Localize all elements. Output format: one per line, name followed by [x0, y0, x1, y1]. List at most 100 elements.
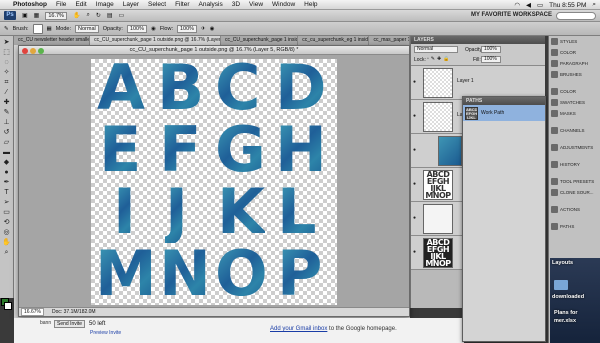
menu-3d[interactable]: 3D: [232, 1, 240, 8]
zoom-window-button[interactable]: [38, 47, 44, 54]
quick-select-tool-icon[interactable]: ✧: [2, 69, 12, 77]
minimize-window-button[interactable]: [30, 47, 36, 54]
bridge-icon[interactable]: ▣: [22, 12, 28, 19]
layers-panel-header[interactable]: LAYERS: [411, 36, 545, 44]
dock-history[interactable]: HISTORY: [549, 159, 600, 170]
eyedropper-tool-icon[interactable]: ⁄: [2, 89, 12, 97]
doc-tab[interactable]: cc_mas_paper 14: [369, 36, 410, 45]
background-color-swatch[interactable]: [4, 302, 12, 310]
3d-camera-tool-icon[interactable]: ◎: [2, 229, 12, 237]
3d-rotate-tool-icon[interactable]: ⟲: [2, 219, 12, 227]
volume-icon[interactable]: ◀: [526, 1, 531, 9]
brush-panel-icon[interactable]: ▦: [47, 26, 52, 32]
crop-tool-icon[interactable]: ⌗: [2, 79, 12, 87]
dock-brushes[interactable]: BRUSHES: [549, 69, 600, 80]
zoom-level-dropdown[interactable]: 16.7%: [45, 11, 67, 20]
dock-paths[interactable]: PATHS: [549, 221, 600, 232]
layer-row[interactable]: ● Layer 1: [411, 66, 545, 100]
brush-preset-picker[interactable]: [32, 23, 43, 34]
fill-field[interactable]: 100%: [481, 56, 501, 63]
lasso-tool-icon[interactable]: ◌: [2, 59, 12, 67]
arrange-documents-icon[interactable]: ▤: [107, 12, 113, 19]
blend-mode-select[interactable]: Normal: [414, 46, 458, 53]
menu-help[interactable]: Help: [304, 1, 317, 8]
blur-tool-icon[interactable]: ◆: [2, 159, 12, 167]
dodge-tool-icon[interactable]: ●: [2, 169, 12, 177]
dock-swatches[interactable]: SWATCHES: [549, 97, 600, 108]
desktop-folder-label[interactable]: Layouts: [552, 260, 573, 266]
gradient-tool-icon[interactable]: ▬: [2, 149, 12, 157]
menu-app[interactable]: Photoshop: [13, 1, 47, 8]
eraser-tool-icon[interactable]: ▱: [2, 139, 12, 147]
search-field[interactable]: [556, 12, 596, 20]
lock-icons[interactable]: ▫✎✚🔒: [427, 56, 451, 62]
eye-icon[interactable]: ●: [413, 147, 419, 153]
eye-icon[interactable]: ●: [413, 249, 419, 255]
dock-paragraph[interactable]: PARAGRAPH: [549, 58, 600, 69]
flow-field[interactable]: 100%: [176, 24, 198, 33]
gmail-inbox-link[interactable]: Add your Gmail inbox: [270, 326, 327, 332]
send-invite-button[interactable]: Send Invite: [54, 320, 86, 328]
mode-select[interactable]: Normal: [75, 24, 99, 33]
dock-actions[interactable]: ACTIONS: [549, 204, 600, 215]
type-tool-icon[interactable]: T: [2, 189, 12, 197]
path-selection-tool-icon[interactable]: ➢: [2, 199, 12, 207]
menu-layer[interactable]: Layer: [123, 1, 139, 8]
shape-tool-icon[interactable]: ▭: [2, 209, 12, 217]
dock-adjustments[interactable]: ADJUSTMENTS: [549, 142, 600, 153]
pen-tool-icon[interactable]: ✒: [2, 179, 12, 187]
menu-view[interactable]: View: [249, 1, 263, 8]
opacity-field[interactable]: 100%: [126, 24, 148, 33]
pressure-size-icon[interactable]: ◉: [210, 26, 215, 32]
dock-channels[interactable]: CHANNELS: [549, 125, 600, 136]
menu-filter[interactable]: Filter: [175, 1, 189, 8]
layer-name[interactable]: Layer 1: [457, 78, 474, 84]
dock-clone-source[interactable]: CLONE SOUR...: [549, 187, 600, 198]
move-tool-icon[interactable]: ➤: [2, 39, 12, 47]
doc-tab[interactable]: cc_CU newsletter header smaller2.jpg: [14, 36, 91, 45]
dock-character[interactable]: COLOR: [549, 47, 600, 58]
eye-icon[interactable]: ●: [413, 181, 419, 187]
clone-stamp-tool-icon[interactable]: ⊥: [2, 119, 12, 127]
work-path-row[interactable]: ABCD EFGH IJKL Work Path: [463, 105, 545, 121]
document-titlebar[interactable]: cc_CU_superchunk_page 1 outside.png @ 16…: [19, 46, 409, 55]
dock-color[interactable]: COLOR: [549, 86, 600, 97]
eye-icon[interactable]: ●: [413, 215, 419, 221]
hand-tool-icon-2[interactable]: ✋: [2, 239, 12, 247]
document-size-info[interactable]: Doc: 37.1M/182.0M: [52, 309, 96, 315]
canvas[interactable]: A B C D E F G H I J K L M N O P: [91, 57, 337, 305]
folder-icon[interactable]: [554, 280, 568, 290]
zoom-tool-icon-2[interactable]: ⌕: [2, 249, 12, 257]
menu-edit[interactable]: Edit: [75, 1, 86, 8]
dock-tool-presets[interactable]: TOOL PRESETS: [549, 176, 600, 187]
desktop-file-label[interactable]: mer.xlsx: [554, 318, 576, 324]
layer-opacity-field[interactable]: 100%: [481, 46, 501, 53]
menu-analysis[interactable]: Analysis: [199, 1, 223, 8]
canvas-pasteboard[interactable]: A B C D E F G H I J K L M N O P: [19, 55, 409, 309]
menu-file[interactable]: File: [56, 1, 66, 8]
menu-select[interactable]: Select: [148, 1, 166, 8]
battery-icon[interactable]: ▭: [537, 1, 543, 9]
screen-mode-icon[interactable]: ▭: [119, 12, 125, 19]
brush-tool-icon[interactable]: ✎: [4, 26, 9, 32]
work-path-name[interactable]: Work Path: [481, 110, 504, 116]
spotlight-icon[interactable]: ⌕: [592, 1, 596, 9]
menu-image[interactable]: Image: [96, 1, 114, 8]
dock-masks[interactable]: MASKS: [549, 108, 600, 119]
minibridge-icon[interactable]: ▦: [34, 12, 40, 19]
workspace-switcher[interactable]: MY FAVORITE WORKSPACE: [471, 12, 552, 18]
doc-tab[interactable]: cc_CU_superchunk_page 1 outside.png @ 16…: [90, 36, 221, 45]
doc-tab[interactable]: cc_CU_superchunk_page 1 inside.png: [221, 36, 299, 45]
paths-panel-header[interactable]: PATHS: [463, 97, 545, 105]
rotate-view-icon[interactable]: ↻: [96, 12, 101, 19]
healing-brush-tool-icon[interactable]: ✚: [2, 99, 12, 107]
status-zoom-field[interactable]: 16.67%: [21, 308, 44, 316]
menu-window[interactable]: Window: [272, 1, 295, 8]
zoom-tool-icon[interactable]: ⌕: [86, 12, 89, 19]
preview-invite-link[interactable]: Preview Invite: [90, 330, 121, 336]
airbrush-icon[interactable]: ✈: [201, 26, 206, 32]
eye-icon[interactable]: ●: [413, 79, 419, 85]
dock-styles[interactable]: STYLES: [549, 36, 600, 47]
hand-tool-icon[interactable]: ✋: [73, 12, 80, 19]
wifi-icon[interactable]: ◠: [514, 1, 520, 9]
